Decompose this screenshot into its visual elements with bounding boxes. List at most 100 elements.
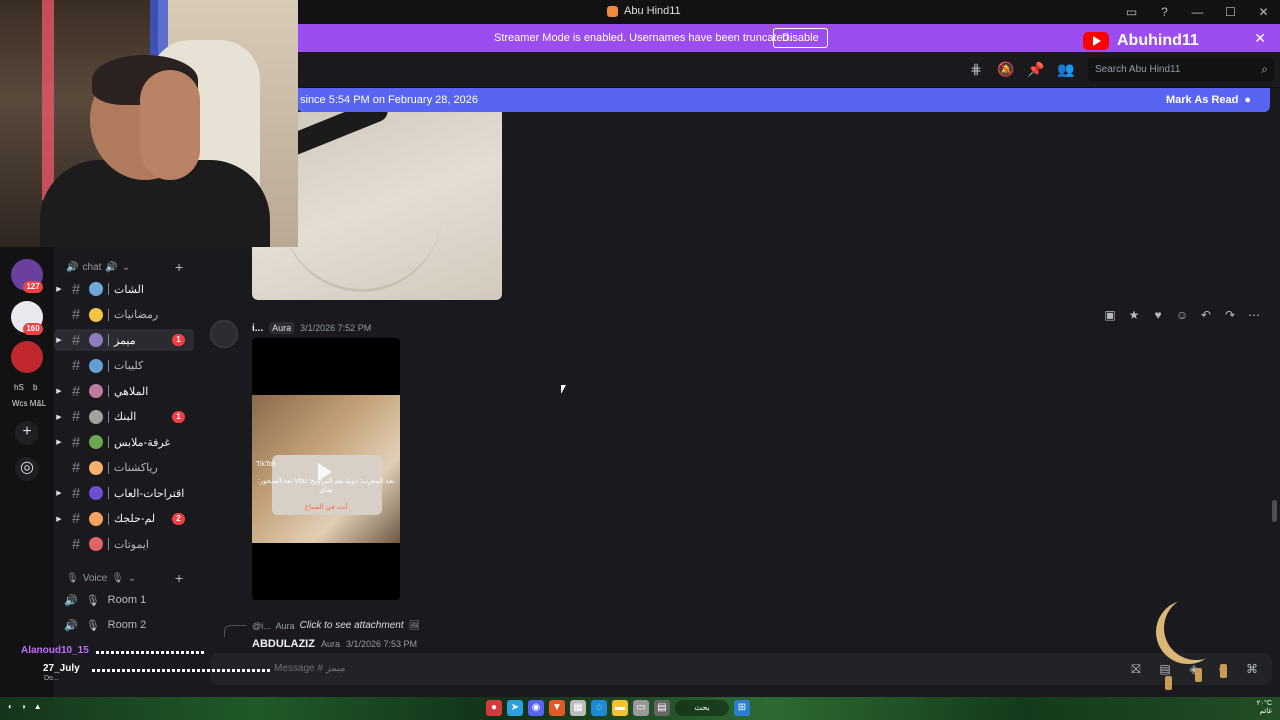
search-input[interactable]: Search Abu Hind11 ⌕ <box>1088 58 1274 82</box>
channel-label: الشات <box>114 283 144 296</box>
channel-item[interactable]: # رمضانيات <box>54 304 194 326</box>
divider <box>108 334 109 346</box>
cam-light-red <box>42 0 54 200</box>
channel-item[interactable]: ▶ # اقتراحات-العاب <box>54 482 194 504</box>
server-icon-3[interactable] <box>11 341 43 373</box>
channel-label: اقتراحات-العاب <box>114 487 185 500</box>
channel-emoji-icon <box>89 486 103 500</box>
scrollbar[interactable] <box>1272 500 1277 522</box>
next-message-tag: Aura <box>320 639 340 647</box>
channel-item[interactable]: ▶ # الشات <box>54 278 194 300</box>
pin-icon[interactable]: 📌 <box>1027 61 1045 79</box>
youtube-overlay: Abuhind11 <box>1083 32 1199 50</box>
speaker-icon: 🔊 <box>64 619 78 632</box>
message-input[interactable] <box>210 653 1272 685</box>
voice-channel-room-2[interactable]: 🔊 🎙 Room 2 <box>64 614 146 636</box>
hash-icon: # <box>71 306 81 323</box>
channel-emoji-icon <box>89 537 103 551</box>
help-icon[interactable]: ? <box>1148 0 1181 24</box>
add-channel-icon[interactable]: + <box>175 259 183 275</box>
channel-item[interactable]: ▶ # غرفة-ملابس <box>54 431 194 453</box>
maximize-button[interactable]: ☐ <box>1214 0 1247 24</box>
inbox-icon[interactable]: ▭ <box>1115 0 1148 24</box>
tray-icon[interactable]: ◐ <box>8 702 13 711</box>
channel-label: رياكشنات <box>114 462 158 474</box>
tray-icon[interactable]: ▲ <box>34 702 42 711</box>
members-icon[interactable]: 👥 <box>1057 61 1075 79</box>
speaker-icon: 🔊 <box>66 262 79 273</box>
reply-text[interactable]: Click to see attachment <box>300 620 404 631</box>
hash-icon: # <box>71 459 81 476</box>
hash-icon: # <box>71 357 81 374</box>
avatar[interactable] <box>210 320 238 348</box>
channel-item[interactable]: # رياكشنات <box>54 457 194 479</box>
voice-channel-room-1[interactable]: 🔊 🎙 Room 1 <box>64 589 146 611</box>
close-window-button[interactable]: ✕ <box>1247 0 1280 24</box>
channel-item[interactable]: ▶ # ميمز 1 <box>54 329 194 351</box>
telegram-icon[interactable]: ➤ <box>507 700 523 716</box>
threads-icon[interactable]: ⋕ <box>967 61 985 79</box>
brave-icon[interactable]: ▼ <box>549 700 565 716</box>
channel-label: رمضانيات <box>114 309 159 321</box>
mention-badge: 1 <box>172 410 185 423</box>
category-chat[interactable]: 🔊 chat 🔊 ⌄ <box>66 262 130 273</box>
disable-button[interactable]: Disable <box>773 28 828 48</box>
app-icon[interactable]: ▭ <box>633 700 649 716</box>
message-list[interactable]: i... Aura 3/1/2026 7:52 PM TikTok بعد ال… <box>198 112 1280 647</box>
search-icon: ⌕ <box>1261 62 1268 76</box>
video-attachment[interactable]: TikTok بعد المغرب: دوبة بعد التراويح: Vb… <box>252 338 400 600</box>
taskbar-clock[interactable]: ٢٠°C غائم <box>1257 700 1272 716</box>
new-messages-bar[interactable]: since 5:54 PM on February 28, 2026 Mark … <box>297 88 1270 112</box>
add-reaction-icon[interactable]: ☺ <box>1174 308 1190 324</box>
mark-as-read-button[interactable]: Mark As Read ● <box>1166 94 1251 106</box>
close-banner-icon[interactable]: ✕ <box>1254 30 1266 47</box>
divider <box>108 359 109 372</box>
server-label-3: Wcs M&L <box>12 399 47 408</box>
add-server-icon[interactable]: + <box>15 421 39 445</box>
channel-item[interactable]: ▶ # البنك 1 <box>54 406 194 428</box>
reaction-emoji-1[interactable]: ▣ <box>1102 308 1118 324</box>
taskbar-search[interactable]: بحث <box>675 700 729 716</box>
hash-icon: # <box>71 408 81 425</box>
discover-icon[interactable]: ◎ <box>15 457 39 481</box>
minimize-button[interactable]: — <box>1181 0 1214 24</box>
youtube-channel-name: Abuhind11 <box>1117 32 1199 49</box>
mute-icon[interactable]: 🔕 <box>997 61 1015 79</box>
apps-icon[interactable]: ⌘ <box>1244 662 1260 678</box>
channel-header: ⋕ 🔕 📌 👥 Search Abu Hind11 ⌕ <box>297 52 1280 88</box>
window-title: Abu Hind11 <box>607 5 681 17</box>
heart-icon[interactable]: ♥ <box>1150 308 1166 324</box>
star-icon[interactable]: ★ <box>1126 308 1142 324</box>
overlay-sub: Do... <box>44 675 59 682</box>
gift-icon[interactable]: ⛝ <box>1128 662 1144 678</box>
add-voice-channel-icon[interactable]: + <box>175 570 183 586</box>
reply-preview[interactable]: @i... Aura Click to see attachment 🖼 <box>252 620 420 631</box>
channel-emoji-icon <box>89 511 103 526</box>
folder-icon[interactable]: ▬ <box>612 700 628 716</box>
windows-start-icon[interactable]: ⊞ <box>734 700 750 716</box>
lantern-icon <box>1165 676 1172 690</box>
channel-item[interactable]: # كليبات <box>54 355 194 377</box>
message-composer: Message # ميمز ⛝ ▤ ◈ ☺ ⌘ <box>198 647 1280 697</box>
tray-icon[interactable]: ◑ <box>21 702 26 711</box>
app-icon[interactable]: ▤ <box>654 700 670 716</box>
more-icon[interactable]: ⋯ <box>1246 308 1262 324</box>
channel-item[interactable]: ▶ # لم-حلجك 2 <box>54 508 194 530</box>
mark-read-icon: ● <box>1244 94 1251 106</box>
image-icon: 🖼 <box>408 620 421 630</box>
channel-item[interactable]: ▶ # الملاهي <box>54 380 194 402</box>
chevron-right-icon: ▶ <box>56 413 62 421</box>
forward-icon[interactable]: ↷ <box>1222 308 1238 324</box>
mark-as-read-label: Mark As Read <box>1166 94 1239 106</box>
category-voice[interactable]: 🎙 Voice 🎙 ⌄ <box>66 573 136 584</box>
app-icon[interactable]: ● <box>486 700 502 716</box>
message-header: i... Aura 3/1/2026 7:52 PM <box>252 322 371 334</box>
edge-icon[interactable]: ◌ <box>591 700 607 716</box>
discord-icon[interactable]: ◉ <box>528 700 544 716</box>
app-icon[interactable]: ▦ <box>570 700 586 716</box>
reply-icon[interactable]: ↶ <box>1198 308 1214 324</box>
reply-tag: Aura <box>275 620 295 631</box>
channel-sidebar: 🔊 chat 🔊 ⌄ + ▶ # الشات # رمضانيات ▶ # ميمز 1 # كلي… <box>54 247 198 647</box>
message-username[interactable]: i... <box>252 323 263 334</box>
channel-item[interactable]: # ايموتات <box>54 533 194 555</box>
